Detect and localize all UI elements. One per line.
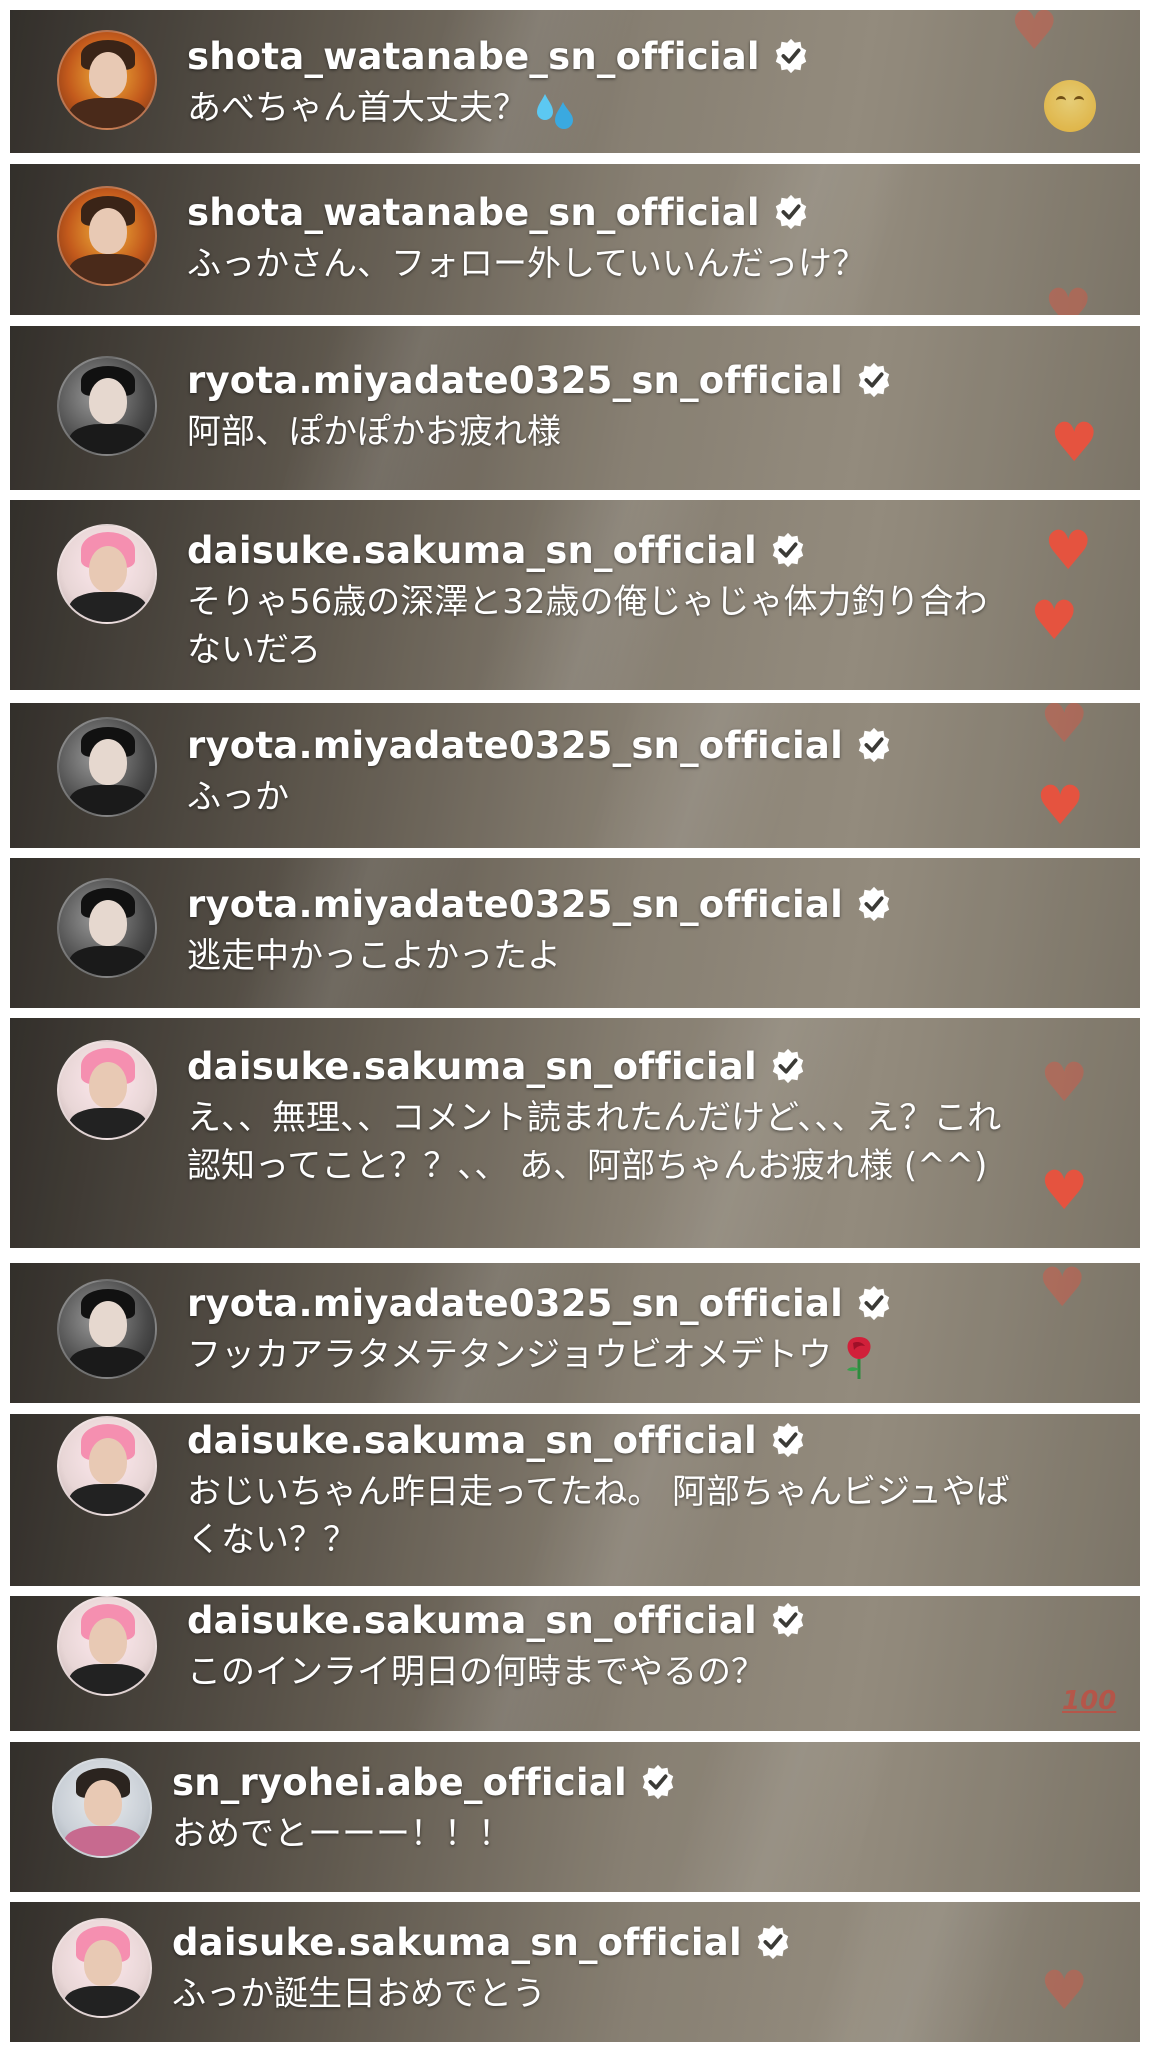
heart-icon: ♥ [1036,774,1085,837]
comment-text-row: フッカアラタメテタンジョウビオメデトウ [187,1331,1087,1381]
verified-badge-icon [858,1285,890,1321]
heart-icon: ♥ [1040,1959,1089,2022]
username[interactable]: ryota.miyadate0325_sn_official [187,1282,843,1325]
verified-badge-icon [772,532,804,568]
comment-panel: shota_watanabe_sn_official ふっかさん、フォロー外して… [10,164,1140,315]
live-comments-feed: shota_watanabe_sn_official あべちゃん首大丈夫？ ♥ … [0,0,1152,2048]
comment-text: あべちゃん首大丈夫？ [187,88,527,128]
verified-badge-icon [858,362,890,398]
verified-badge-icon [772,1048,804,1084]
username[interactable]: daisuke.sakuma_sn_official [187,1599,757,1642]
comment-text: おめでとーーー！！！ [172,1814,512,1854]
comment-text: ふっかさん、フォロー外していいんだっけ？ [187,244,866,284]
username[interactable]: daisuke.sakuma_sn_official [187,529,757,572]
username[interactable]: daisuke.sakuma_sn_official [172,1921,742,1964]
comment-panel: daisuke.sakuma_sn_official ふっか誕生日おめでとう ♥ [10,1902,1140,2042]
heart-icon: ♥ [1044,277,1093,316]
avatar[interactable] [57,186,157,286]
comment-panel: sn_ryohei.abe_official おめでとーーー！！！ [10,1742,1140,1892]
verified-badge-icon [642,1764,674,1800]
hundred-points-emoji-icon: 100 [1062,1686,1117,1716]
comment-panel: shota_watanabe_sn_official あべちゃん首大丈夫？ ♥ [10,10,1140,153]
username[interactable]: sn_ryohei.abe_official [172,1761,627,1804]
rose-emoji-icon [846,1336,871,1379]
avatar[interactable] [52,1758,152,1858]
comment-panel: ryota.miyadate0325_sn_official フッカアラタメテタ… [10,1263,1140,1403]
heart-icon: ♥ [1050,411,1099,474]
avatar[interactable] [57,717,157,817]
avatar[interactable] [57,1040,157,1140]
username[interactable]: ryota.miyadate0325_sn_official [187,883,843,926]
verified-badge-icon [772,1602,804,1638]
laughing-face-emoji-icon [1044,80,1096,132]
comment-text: フッカアラタメテタンジョウビオメデトウ [187,1335,832,1375]
avatar[interactable] [52,1918,152,2018]
username[interactable]: daisuke.sakuma_sn_official [187,1419,757,1462]
username[interactable]: daisuke.sakuma_sn_official [187,1045,757,1088]
verified-badge-icon [772,1422,804,1458]
comment-text: 阿部、ぽかぽかお疲れ様 [187,412,561,452]
avatar[interactable] [57,524,157,624]
verified-badge-icon [858,886,890,922]
comment-panel: ryota.miyadate0325_sn_official 阿部、ぽかぽかお疲… [10,326,1140,490]
comment-text: ふっか [187,777,289,817]
verified-badge-icon [757,1924,789,1960]
comment-panel: daisuke.sakuma_sn_official おじいちゃん昨日走ってたね… [10,1414,1140,1586]
avatar[interactable] [57,1416,157,1516]
comment-panel: daisuke.sakuma_sn_official そりゃ56歳の深澤と32歳… [10,500,1140,690]
verified-badge-icon [775,194,806,230]
comment-text: 逃走中かっこよかったよ [187,936,561,976]
comment-text: え、、無理、、コメント読まれたんだけど、、、え？これ認知ってこと？？、、 あ、阿… [187,1098,1002,1186]
username[interactable]: shota_watanabe_sn_official [187,35,760,78]
heart-icon: ♥ [1038,1263,1087,1319]
sweat-droplets-emoji-icon [537,93,573,129]
username[interactable]: ryota.miyadate0325_sn_official [187,724,843,767]
comment-panel: ryota.miyadate0325_sn_official 逃走中かっこよかっ… [10,858,1140,1008]
heart-icon: ♥ [1044,519,1093,582]
verified-badge-icon [775,38,806,74]
comment-text-row: あべちゃん首大丈夫？ [187,84,1027,132]
avatar[interactable] [57,878,157,978]
username[interactable]: shota_watanabe_sn_official [187,191,760,234]
heart-icon: ♥ [1040,1159,1089,1222]
heart-icon: ♥ [1030,589,1079,652]
comment-panel: daisuke.sakuma_sn_official え、、無理、、コメント読ま… [10,1018,1140,1248]
heart-icon: ♥ [1010,10,1059,62]
heart-icon: ♥ [1040,1051,1089,1114]
comment-text: このインライ明日の何時までやるの？ [187,1652,765,1692]
avatar[interactable] [57,356,157,456]
heart-icon: ♥ [1040,703,1089,755]
avatar[interactable] [57,1279,157,1379]
comment-text: そりゃ56歳の深澤と32歳の俺じゃじゃ体力釣り合わないだろ [187,582,988,670]
comment-panel: ryota.miyadate0325_sn_official ふっか ♥ ♥ [10,703,1140,848]
comment-text: ふっか誕生日おめでとう [172,1974,546,2014]
comment-panel: daisuke.sakuma_sn_official このインライ明日の何時まで… [10,1596,1140,1731]
avatar[interactable] [57,30,157,130]
comment-text: おじいちゃん昨日走ってたね。 阿部ちゃんビジュやばくない？？ [187,1472,1010,1560]
avatar[interactable] [57,1596,157,1696]
verified-badge-icon [858,727,890,763]
username[interactable]: ryota.miyadate0325_sn_official [187,359,843,402]
